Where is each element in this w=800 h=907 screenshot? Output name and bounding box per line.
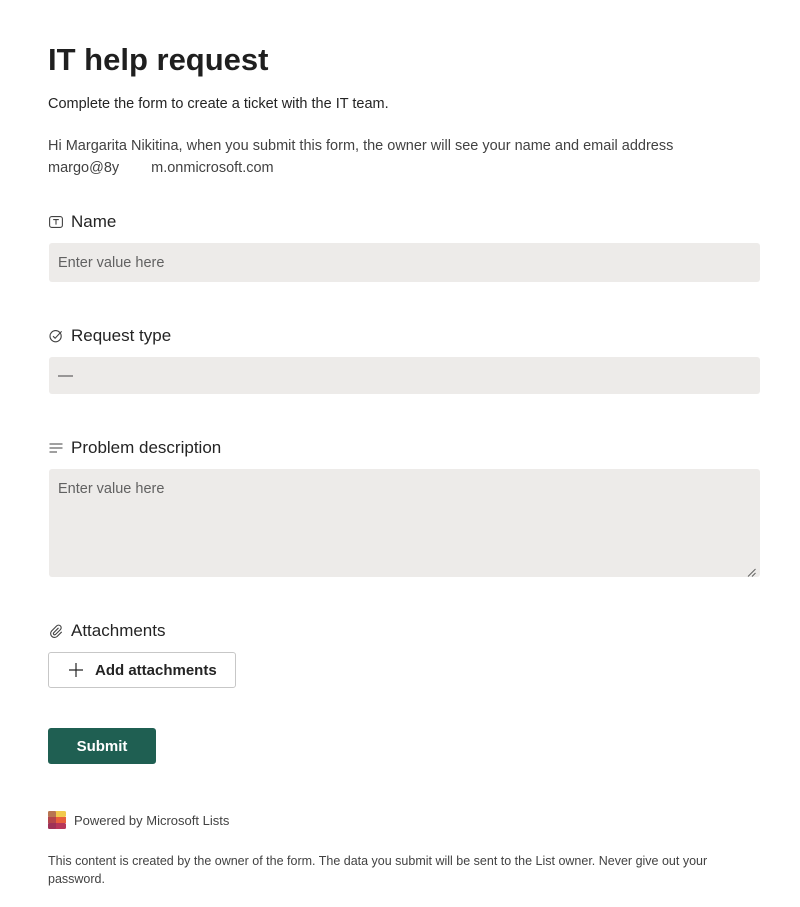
- privacy-notice: Hi Margarita Nikitina, when you submit t…: [48, 135, 760, 179]
- user-email: margo@8y m.onmicrosoft.com: [48, 157, 760, 179]
- name-input[interactable]: [49, 243, 760, 282]
- attachments-label-text: Attachments: [71, 621, 166, 640]
- user-email-start: margo@8y: [48, 160, 120, 176]
- submit-button[interactable]: Submit: [48, 728, 156, 764]
- problem-description-label: Problem description: [48, 437, 221, 459]
- request-type-label-text: Request type: [71, 326, 172, 345]
- microsoft-lists-logo-icon: [47, 810, 67, 830]
- resize-grip-icon[interactable]: [747, 564, 756, 577]
- privacy-notice-text: Hi Margarita Nikitina, when you submit t…: [48, 138, 674, 154]
- problem-description-input[interactable]: [49, 469, 760, 577]
- problem-description-area: [49, 469, 760, 577]
- attachments-label: Attachments: [48, 620, 166, 642]
- user-email-end: m.onmicrosoft.com: [151, 160, 274, 176]
- request-type-value: —: [58, 367, 73, 384]
- name-label-text: Name: [71, 212, 117, 231]
- plus-icon: [68, 662, 84, 678]
- name-label: Name: [48, 211, 116, 233]
- add-attachments-label: Add attachments: [95, 661, 217, 679]
- request-type-dropdown[interactable]: —: [49, 357, 760, 394]
- it-help-request-form: IT help request Complete the form to cre…: [0, 0, 800, 907]
- paperclip-icon: [48, 623, 64, 639]
- multiline-text-icon: [48, 440, 64, 456]
- disclaimer-text: This content is created by the owner of …: [48, 854, 708, 886]
- text-field-icon: [48, 214, 64, 230]
- request-type-label: Request type: [48, 325, 171, 347]
- add-attachments-button[interactable]: Add attachments: [48, 652, 236, 688]
- powered-by: Powered by Microsoft Lists: [47, 810, 229, 830]
- form-subtitle: Complete the form to create a ticket wit…: [48, 96, 389, 112]
- form-title: IT help request: [48, 42, 269, 77]
- problem-description-label-text: Problem description: [71, 438, 222, 457]
- powered-by-text: Powered by Microsoft Lists: [74, 812, 230, 828]
- choice-check-icon: [48, 328, 64, 344]
